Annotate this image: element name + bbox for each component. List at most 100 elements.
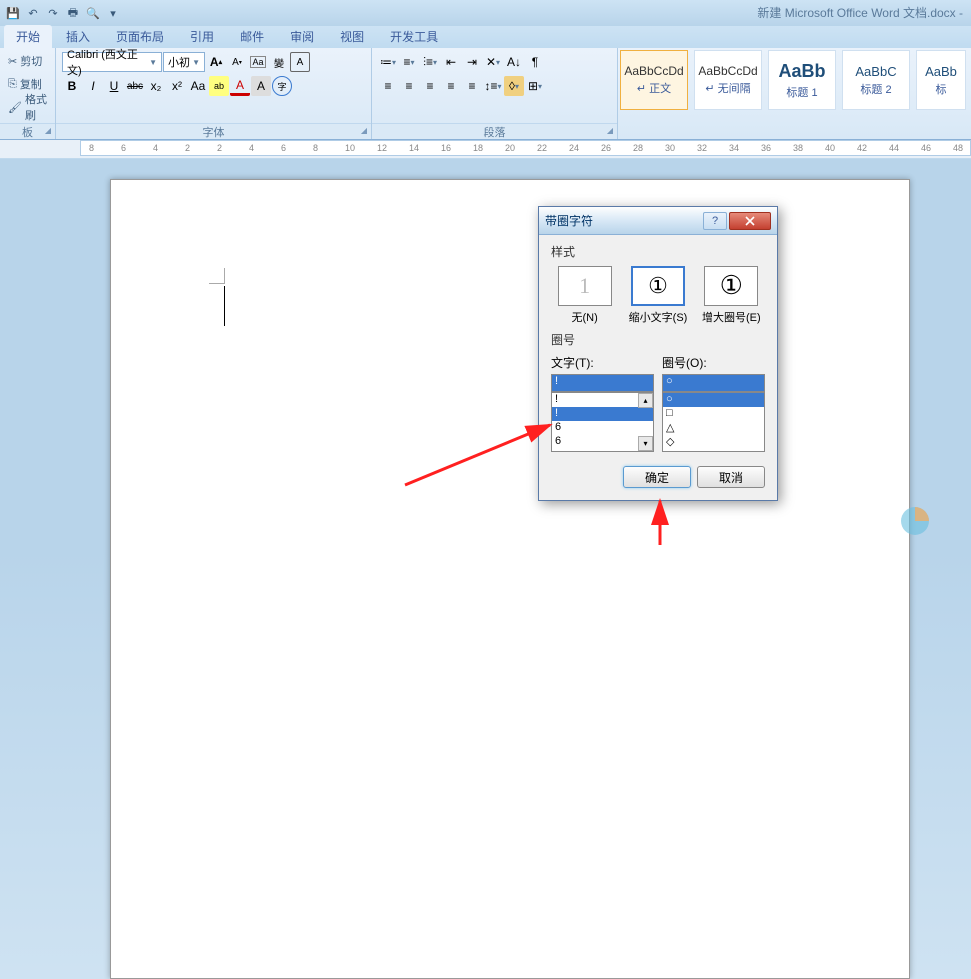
style-none-preview: 1: [558, 266, 612, 306]
char-border-button[interactable]: A: [290, 52, 310, 72]
ruler-mark: 8: [89, 143, 94, 153]
line-spacing-button[interactable]: ↕≡▾: [483, 76, 503, 96]
document-page[interactable]: [110, 179, 910, 979]
style-shrink-option[interactable]: ① 缩小文字(S): [624, 266, 691, 325]
ruler-mark: 16: [441, 143, 451, 153]
subscript-button[interactable]: x₂: [146, 76, 166, 96]
dialog-title: 带圈字符: [545, 212, 703, 229]
scroll-up-button[interactable]: ▴: [638, 393, 653, 408]
numbering-button[interactable]: ≡▾: [399, 52, 419, 72]
style-enlarge-option[interactable]: ① 增大圈号(E): [698, 266, 765, 325]
superscript-button[interactable]: x²: [167, 76, 187, 96]
ruler-mark: 34: [729, 143, 739, 153]
enclosed-char-button[interactable]: 字: [272, 76, 292, 96]
italic-button[interactable]: I: [83, 76, 103, 96]
font-size-combo[interactable]: 小初▼: [163, 52, 205, 72]
scroll-down-button[interactable]: ▾: [638, 436, 653, 451]
shrink-font-button[interactable]: A▾: [227, 52, 247, 72]
ruler-mark: 46: [921, 143, 931, 153]
ruler-mark: 6: [281, 143, 286, 153]
distributed-button[interactable]: ≡: [462, 76, 482, 96]
multilevel-button[interactable]: ⫶≡▾: [420, 52, 440, 72]
ruler-mark: 12: [377, 143, 387, 153]
text-input[interactable]: !: [551, 374, 654, 392]
list-item[interactable]: 6: [552, 421, 653, 435]
shading-button[interactable]: ◊▾: [504, 76, 524, 96]
tab-view[interactable]: 视图: [328, 25, 376, 48]
font-name-combo[interactable]: Calibri (西文正文)▼: [62, 52, 162, 72]
change-case-button[interactable]: Aa: [188, 76, 208, 96]
ruler-mark: 42: [857, 143, 867, 153]
asian-layout-button[interactable]: ✕▾: [483, 52, 503, 72]
style-normal[interactable]: AaBbCcDd ↵ 正文: [620, 50, 688, 110]
dialog-titlebar[interactable]: 带圈字符 ?: [539, 207, 777, 235]
grow-font-button[interactable]: A▴: [206, 52, 226, 72]
ribbon: ✂剪切 ⎘复制 🖌格式刷 板 Calibri (西文正文)▼ 小初▼ A▴ A▾…: [0, 48, 971, 140]
tab-insert[interactable]: 插入: [54, 25, 102, 48]
style-title[interactable]: AaBb 标: [916, 50, 966, 110]
style-no-spacing[interactable]: AaBbCcDd ↵ 无间隔: [694, 50, 762, 110]
window-title: 新建 Microsoft Office Word 文档.docx -: [757, 4, 963, 21]
cancel-button[interactable]: 取消: [697, 466, 765, 488]
sort-button[interactable]: A↓: [504, 52, 524, 72]
tab-home[interactable]: 开始: [4, 25, 52, 48]
circle-input[interactable]: ○: [662, 374, 765, 392]
strike-button[interactable]: abc: [125, 76, 145, 96]
style-heading1[interactable]: AaBb 标题 1: [768, 50, 836, 110]
chevron-down-icon: ▼: [149, 58, 157, 67]
format-painter-button[interactable]: 🖌格式刷: [4, 96, 51, 118]
list-item[interactable]: !: [552, 407, 653, 421]
char-shading-button[interactable]: A: [251, 76, 271, 96]
font-color-button[interactable]: A: [230, 76, 250, 96]
brush-icon: 🖌: [8, 101, 22, 114]
dialog-close-button[interactable]: [729, 212, 771, 230]
font-group-label: 字体: [56, 123, 371, 139]
chevron-down-icon: ▼: [192, 58, 200, 67]
qat-save-icon[interactable]: 💾: [4, 4, 22, 22]
underline-button[interactable]: U: [104, 76, 124, 96]
ruler-mark: 4: [153, 143, 158, 153]
style-enlarge-preview: ①: [704, 266, 758, 306]
borders-button[interactable]: ⊞▾: [525, 76, 545, 96]
tab-page-layout[interactable]: 页面布局: [104, 25, 176, 48]
circle-list[interactable]: ○ □ △ ◇: [662, 392, 765, 452]
qat-preview-icon[interactable]: 🔍: [84, 4, 102, 22]
tab-mailings[interactable]: 邮件: [228, 25, 276, 48]
qat-undo-icon[interactable]: ↶: [24, 4, 42, 22]
horizontal-ruler[interactable]: 8642246810121416182022242628303234363840…: [80, 140, 971, 156]
increase-indent-button[interactable]: ⇥: [462, 52, 482, 72]
list-item[interactable]: ◇: [663, 435, 764, 449]
ok-button[interactable]: 确定: [623, 466, 691, 488]
highlight-button[interactable]: ab: [209, 76, 229, 96]
justify-button[interactable]: ≡: [441, 76, 461, 96]
show-marks-button[interactable]: ¶: [525, 52, 545, 72]
style-none-option[interactable]: 1 无(N): [551, 266, 618, 325]
tab-developer[interactable]: 开发工具: [378, 25, 450, 48]
style-shrink-preview: ①: [631, 266, 685, 306]
ruler-mark: 2: [185, 143, 190, 153]
text-list[interactable]: ! ! 6 6 ▴ ▾: [551, 392, 654, 452]
qat-menu-icon[interactable]: ▾: [104, 4, 122, 22]
clear-format-button[interactable]: Aa: [248, 52, 268, 72]
tab-review[interactable]: 审阅: [278, 25, 326, 48]
align-left-button[interactable]: ≡: [378, 76, 398, 96]
paragraph-group: ≔▾ ≡▾ ⫶≡▾ ⇤ ⇥ ✕▾ A↓ ¶ ≡ ≡ ≡ ≡ ≡ ↕≡▾ ◊▾ ⊞…: [372, 48, 618, 139]
align-right-button[interactable]: ≡: [420, 76, 440, 96]
qat-redo-icon[interactable]: ↷: [44, 4, 62, 22]
tab-references[interactable]: 引用: [178, 25, 226, 48]
phonetic-guide-button[interactable]: 變: [269, 52, 289, 72]
cut-button[interactable]: ✂剪切: [4, 50, 51, 72]
style-heading2[interactable]: AaBbC 标题 2: [842, 50, 910, 110]
align-center-button[interactable]: ≡: [399, 76, 419, 96]
list-item[interactable]: △: [663, 421, 764, 435]
decrease-indent-button[interactable]: ⇤: [441, 52, 461, 72]
qat-print-icon[interactable]: 🖶: [64, 4, 82, 22]
dialog-help-button[interactable]: ?: [703, 212, 727, 230]
list-item[interactable]: ○: [663, 393, 764, 407]
list-item[interactable]: □: [663, 407, 764, 421]
bullets-button[interactable]: ≔▾: [378, 52, 398, 72]
watermark-icon: [895, 501, 965, 541]
ruler-mark: 14: [409, 143, 419, 153]
bold-button[interactable]: B: [62, 76, 82, 96]
ruler-mark: 18: [473, 143, 483, 153]
